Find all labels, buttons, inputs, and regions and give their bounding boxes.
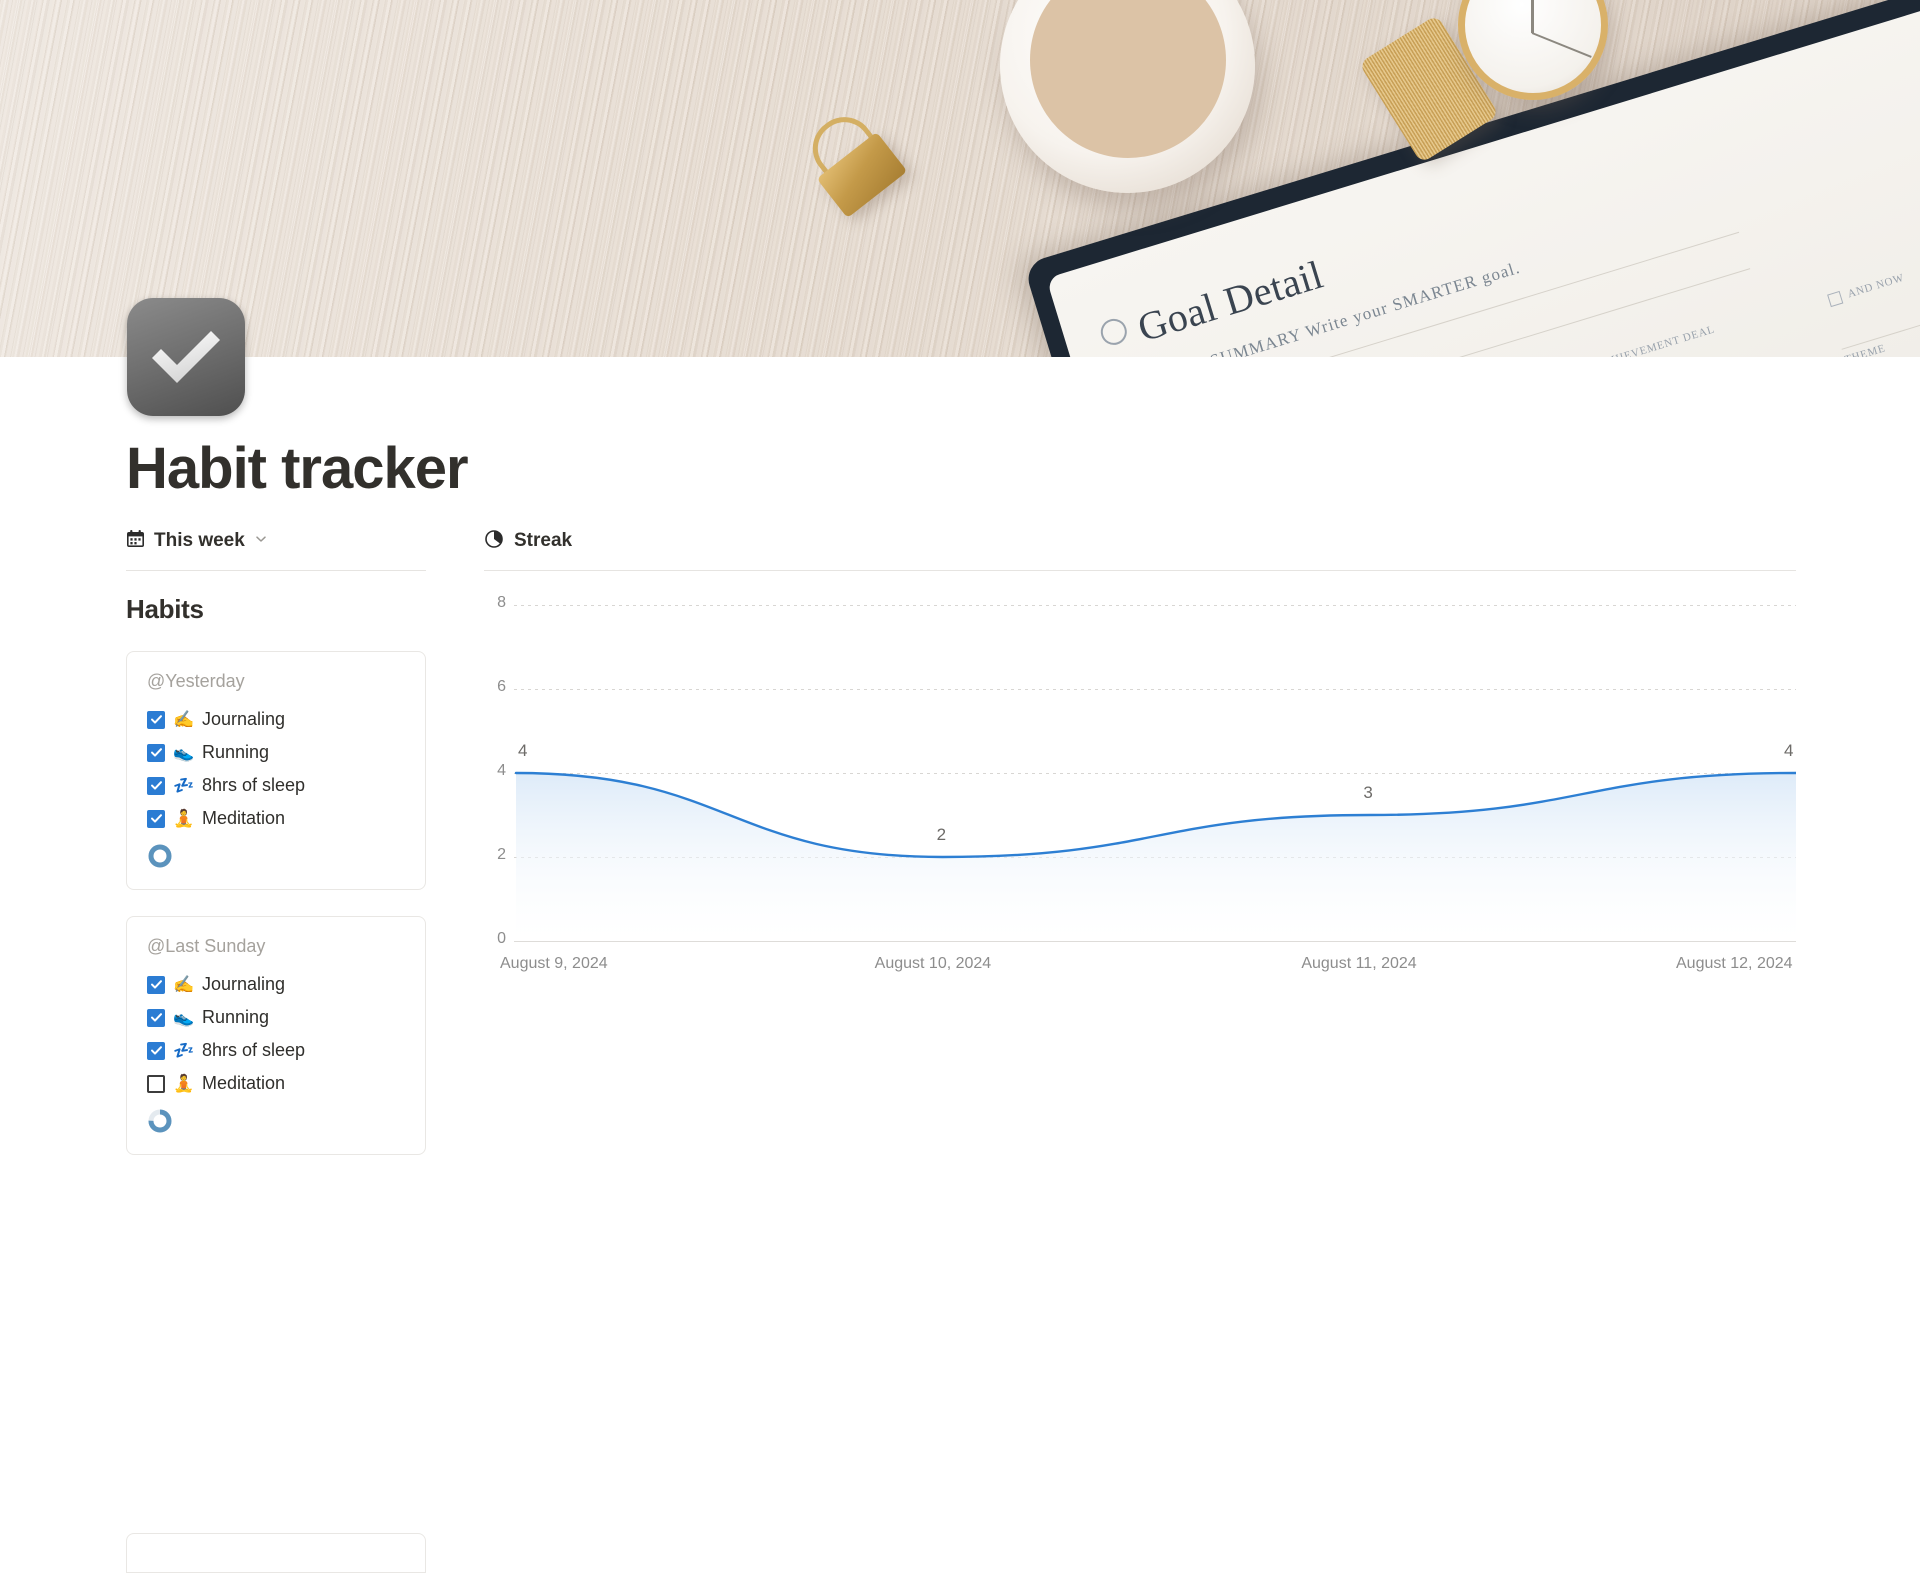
checkbox-checked[interactable] <box>147 710 165 729</box>
habit-emoji-icon: 🧘 <box>173 1073 195 1093</box>
habits-heading: Habits <box>126 594 204 624</box>
checkbox-unchecked[interactable] <box>147 1074 165 1093</box>
habit-emoji-icon: 👟 <box>173 1007 195 1027</box>
x-axis-tick-label: August 12, 2024 <box>1676 955 1793 972</box>
planner-note: THEME <box>1843 342 1887 357</box>
planner-note: ACHIEVEMENT DEAL <box>1593 323 1717 357</box>
planner-bullet-icon <box>1097 315 1131 349</box>
habit-name: Meditation <box>202 808 286 828</box>
habit-name: Running <box>202 742 270 762</box>
habit-row[interactable]: 🧘 Meditation <box>147 1067 405 1100</box>
page-title: Habit tracker <box>126 436 469 501</box>
planner-checkbox <box>1827 290 1844 308</box>
habit-emoji-icon: ✍️ <box>173 974 195 994</box>
checkbox-checked[interactable] <box>147 776 165 795</box>
habit-row[interactable]: 👟 Running <box>147 1001 405 1034</box>
habit-name: Journaling <box>202 709 286 729</box>
x-axis-tick-label: August 11, 2024 <box>1301 955 1417 972</box>
habit-name: Meditation <box>202 1073 286 1093</box>
habit-card-partial[interactable] <box>126 1533 426 1573</box>
habit-emoji-icon: 💤 <box>173 1040 195 1060</box>
chart-divider <box>484 570 1796 571</box>
habit-row[interactable]: 💤 8hrs of sleep <box>147 1034 405 1067</box>
checkbox-checked[interactable] <box>147 743 165 762</box>
habit-cards-list: @Yesterday ✍️ Journaling 👟 Running 💤 8hrs of s… <box>126 651 426 1155</box>
coffee-liquid <box>1030 0 1226 158</box>
habit-row[interactable]: ✍️ Journaling <box>147 968 405 1001</box>
habit-progress-ring <box>147 835 405 873</box>
checkbox-checked[interactable] <box>147 975 165 994</box>
chart-data-label: 2 <box>936 825 947 844</box>
habit-name: Running <box>202 1007 270 1027</box>
calendar-icon <box>126 529 145 553</box>
streak-area-chart[interactable]: 0 2 4 6 8 4 2 3 4 August 9, 2024 August 10, 2024 Au… <box>484 579 1796 999</box>
habit-name: 8hrs of sleep <box>202 1040 306 1060</box>
checkbox-checked[interactable] <box>147 1041 165 1060</box>
habit-emoji-icon: ✍️ <box>173 709 195 729</box>
date-range-label: This week <box>154 530 245 551</box>
habit-card-title: @Yesterday <box>147 671 245 691</box>
habit-card-title: @Last Sunday <box>147 936 266 956</box>
date-range-filter[interactable]: This week <box>126 526 426 556</box>
pie-chart-icon <box>484 529 504 554</box>
streak-line-svg <box>514 771 1796 941</box>
left-divider <box>126 570 426 571</box>
streak-panel: Streak 0 2 4 6 8 4 2 3 4 August 9, 2024 August 10,… <box>484 526 1796 999</box>
watch-minute-hand <box>1531 32 1592 58</box>
habit-emoji-icon: 💤 <box>173 775 195 795</box>
checkbox-checked[interactable] <box>147 1008 165 1027</box>
habit-card[interactable]: @Yesterday ✍️ Journaling 👟 Running 💤 8hrs of s… <box>126 651 426 890</box>
checkmark-icon[interactable] <box>127 298 245 416</box>
streak-label: Streak <box>514 530 573 551</box>
habit-progress-ring <box>147 1100 405 1138</box>
chevron-down-icon[interactable] <box>254 532 268 551</box>
chart-data-label: 4 <box>518 741 528 760</box>
watch-hour-hand <box>1531 0 1534 33</box>
habit-row[interactable]: 👟 Running <box>147 736 405 769</box>
habit-name: Journaling <box>202 974 286 994</box>
planner-note: AND NOW <box>1846 271 1906 301</box>
x-axis-tick-label: August 10, 2024 <box>874 955 992 972</box>
habit-row[interactable]: 💤 8hrs of sleep <box>147 769 405 802</box>
x-axis-tick-label: August 9, 2024 <box>500 955 608 972</box>
habits-column: This week Habits @Yesterday ✍️ Journaling 👟… <box>126 526 426 1155</box>
habit-row[interactable]: 🧘 Meditation <box>147 802 405 835</box>
streak-header[interactable]: Streak <box>484 526 1796 556</box>
habit-card[interactable]: @Last Sunday ✍️ Journaling 👟 Running 💤 8hrs of… <box>126 916 426 1155</box>
coffee-foam-bubbles <box>1030 0 1226 158</box>
habit-row[interactable]: ✍️ Journaling <box>147 703 405 736</box>
chart-data-label: 3 <box>1363 783 1373 802</box>
habit-emoji-icon: 🧘 <box>173 808 195 828</box>
cover-image: Goal Detail GOAL SUMMARY Write your SMAR… <box>0 0 1920 357</box>
habit-emoji-icon: 👟 <box>173 742 195 762</box>
habit-name: 8hrs of sleep <box>202 775 306 795</box>
checkbox-checked[interactable] <box>147 809 165 828</box>
chart-data-label: 4 <box>1784 741 1794 760</box>
